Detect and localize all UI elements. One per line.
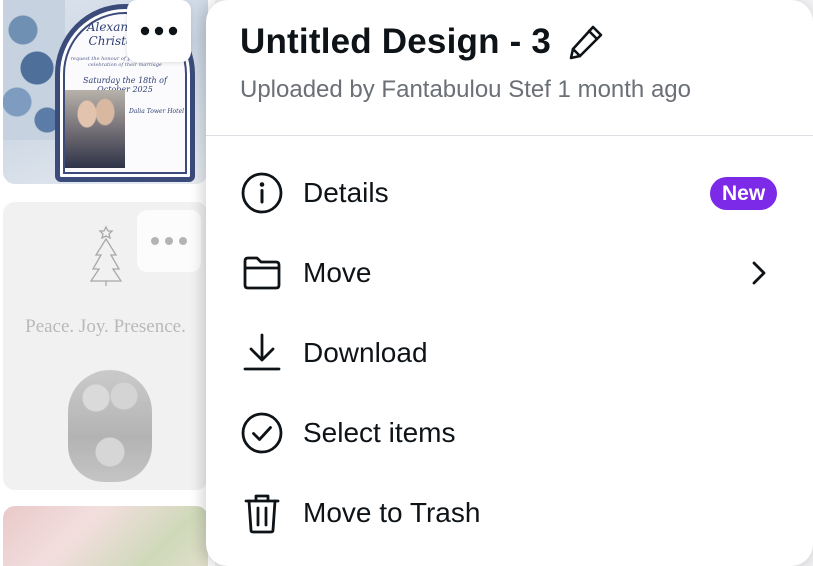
couple-photo — [65, 90, 125, 168]
invitation-venue: Dalia Tower Hotel — [129, 108, 185, 115]
chevron-right-icon — [744, 258, 774, 293]
christmas-card-text: Peace. Joy. Presence. — [25, 316, 186, 337]
upload-info: Uploaded by Fantabulou Stef 1 month ago — [240, 76, 691, 103]
more-dots-icon — [140, 26, 178, 36]
design-thumbnail-floral[interactable] — [3, 506, 208, 566]
edit-title-button[interactable] — [567, 23, 605, 61]
design-context-menu: Untitled Design - 3 Uploaded by Fantabul… — [206, 0, 813, 566]
design-title[interactable]: Untitled Design - 3 — [240, 22, 551, 62]
menu-header: Untitled Design - 3 Uploaded by Fantabul… — [206, 0, 813, 136]
menu-item-label: Select items — [303, 417, 456, 448]
trash-icon — [240, 491, 284, 535]
menu-item-label: Move to Trash — [303, 497, 481, 528]
title-row: Untitled Design - 3 — [240, 22, 605, 62]
info-icon — [240, 171, 284, 215]
menu-item-label: Move — [303, 257, 372, 288]
more-dots-icon — [151, 237, 187, 245]
folder-icon — [240, 251, 284, 295]
pencil-icon — [569, 25, 603, 60]
menu-item-details[interactable]: Details New — [206, 153, 813, 233]
design-thumbnail-column: Alexandra & Christopher request the hono… — [0, 0, 215, 566]
family-photo — [68, 370, 152, 482]
menu-item-label: Details — [303, 177, 389, 208]
menu-item-download[interactable]: Download — [206, 313, 813, 393]
menu-item-move-to-trash[interactable]: Move to Trash — [206, 473, 813, 553]
thumbnail-more-button[interactable] — [127, 0, 191, 62]
thumbnail-more-button[interactable] — [137, 210, 201, 272]
download-icon — [240, 331, 284, 375]
screen: Alexandra & Christopher request the hono… — [0, 0, 813, 566]
menu-item-move[interactable]: Move — [206, 233, 813, 313]
menu-item-select-items[interactable]: Select items — [206, 393, 813, 473]
menu-item-label: Download — [303, 337, 428, 368]
new-badge: New — [710, 177, 778, 210]
christmas-tree-icon — [89, 225, 123, 286]
check-circle-icon — [240, 411, 284, 455]
